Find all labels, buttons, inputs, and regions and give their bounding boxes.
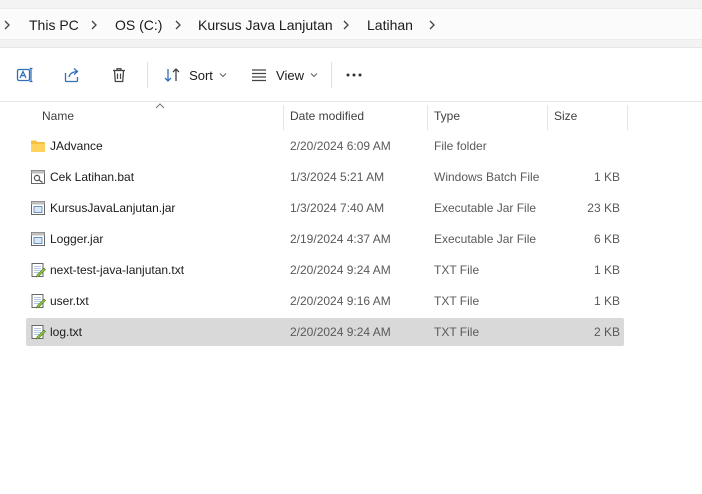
- column-name[interactable]: Name: [42, 102, 74, 130]
- file-row-kursus-jar[interactable]: KursusJavaLanjutan.jar 1/3/2024 7:40 AM …: [26, 194, 624, 222]
- file-type: Executable Jar File: [434, 201, 537, 215]
- column-divider[interactable]: [547, 105, 548, 130]
- jar-file-icon: [31, 201, 45, 215]
- file-type: Executable Jar File: [434, 232, 537, 246]
- file-name: next-test-java-lanjutan.txt: [50, 263, 185, 277]
- file-type: TXT File: [434, 263, 480, 277]
- view-list-icon: [252, 69, 267, 82]
- file-name: Cek Latihan.bat: [50, 170, 135, 184]
- trash-icon: [113, 68, 125, 83]
- file-size: 1 KB: [593, 294, 620, 308]
- address-bar: This PC OS (C:) Kursus Java Lanjutan Lat…: [0, 0, 702, 48]
- text-file-icon: [31, 263, 46, 278]
- chevron-right-icon[interactable]: [339, 9, 353, 41]
- file-name: log.txt: [50, 325, 83, 339]
- chevron-right-icon[interactable]: [425, 9, 439, 41]
- sort-ascending-icon: [155, 103, 165, 109]
- rename-icon: [16, 67, 33, 83]
- file-name: KursusJavaLanjutan.jar: [50, 201, 176, 215]
- breadcrumb-os-drive[interactable]: OS (C:): [115, 9, 162, 41]
- file-size: 23 KB: [587, 201, 620, 215]
- file-date: 2/20/2024 9:24 AM: [290, 263, 391, 277]
- column-type[interactable]: Type: [434, 102, 460, 130]
- rename-button[interactable]: [10, 60, 40, 90]
- file-date: 2/20/2024 9:24 AM: [290, 325, 391, 339]
- file-size: 1 KB: [593, 263, 620, 277]
- share-button[interactable]: [57, 60, 87, 90]
- breadcrumb-kursus-java[interactable]: Kursus Java Lanjutan: [198, 9, 333, 41]
- file-type: TXT File: [434, 325, 480, 339]
- file-name: user.txt: [50, 294, 89, 308]
- chevron-right-icon[interactable]: [87, 9, 101, 41]
- sort-button[interactable]: Sort: [160, 60, 230, 90]
- file-row-cek-latihan[interactable]: Cek Latihan.bat 1/3/2024 5:21 AM Windows…: [26, 163, 624, 191]
- column-divider[interactable]: [283, 105, 284, 130]
- file-name: JAdvance: [50, 139, 103, 153]
- chevron-right-icon[interactable]: [0, 9, 14, 41]
- text-file-icon: [31, 325, 46, 340]
- column-divider[interactable]: [427, 105, 428, 130]
- sort-icon: [164, 68, 180, 82]
- toolbar-divider: [331, 62, 332, 88]
- command-bar: Sort View: [0, 48, 702, 102]
- file-name: Logger.jar: [50, 232, 104, 246]
- toolbar-divider: [147, 62, 148, 88]
- file-size: 1 KB: [593, 170, 620, 184]
- batch-file-icon: [31, 170, 45, 184]
- chevron-down-icon: [219, 73, 227, 78]
- file-row-user-txt[interactable]: user.txt 2/20/2024 9:16 AM TXT File 1 KB: [26, 287, 624, 315]
- file-row-logger-jar[interactable]: Logger.jar 2/19/2024 4:37 AM Executable …: [26, 225, 624, 253]
- file-date: 2/19/2024 4:37 AM: [290, 232, 391, 246]
- file-row-log-txt[interactable]: log.txt 2/20/2024 9:24 AM TXT File 2 KB: [26, 318, 624, 346]
- column-header: Name Date modified Type Size: [0, 102, 702, 130]
- file-type: TXT File: [434, 294, 480, 308]
- file-date: 1/3/2024 7:40 AM: [290, 201, 385, 215]
- file-date: 1/3/2024 5:21 AM: [290, 170, 385, 184]
- chevron-down-icon: [310, 73, 318, 78]
- more-options-button[interactable]: [340, 60, 368, 90]
- file-size: 2 KB: [593, 325, 620, 339]
- jar-file-icon: [31, 232, 45, 246]
- delete-button[interactable]: [104, 60, 134, 90]
- column-size[interactable]: Size: [554, 102, 577, 130]
- chevron-right-icon[interactable]: [171, 9, 185, 41]
- file-type: File folder: [434, 139, 487, 153]
- breadcrumb-this-pc[interactable]: This PC: [29, 9, 79, 41]
- column-date-modified[interactable]: Date modified: [290, 102, 364, 130]
- file-type: Windows Batch File: [434, 170, 540, 184]
- file-row-next-test[interactable]: next-test-java-lanjutan.txt 2/20/2024 9:…: [26, 256, 624, 284]
- file-row-jadvance[interactable]: JAdvance 2/20/2024 6:09 AM File folder: [26, 132, 624, 160]
- folder-icon: [31, 140, 45, 152]
- sort-label: Sort: [189, 67, 213, 83]
- view-label: View: [276, 67, 304, 83]
- breadcrumb-latihan[interactable]: Latihan: [367, 9, 413, 41]
- column-divider[interactable]: [627, 105, 628, 130]
- share-icon: [64, 68, 79, 83]
- file-size: 6 KB: [593, 232, 620, 246]
- text-file-icon: [31, 294, 46, 309]
- view-button[interactable]: View: [246, 60, 322, 90]
- breadcrumb[interactable]: This PC OS (C:) Kursus Java Lanjutan Lat…: [0, 8, 702, 40]
- file-date: 2/20/2024 6:09 AM: [290, 139, 391, 153]
- file-date: 2/20/2024 9:16 AM: [290, 294, 391, 308]
- more-icon: [346, 73, 362, 77]
